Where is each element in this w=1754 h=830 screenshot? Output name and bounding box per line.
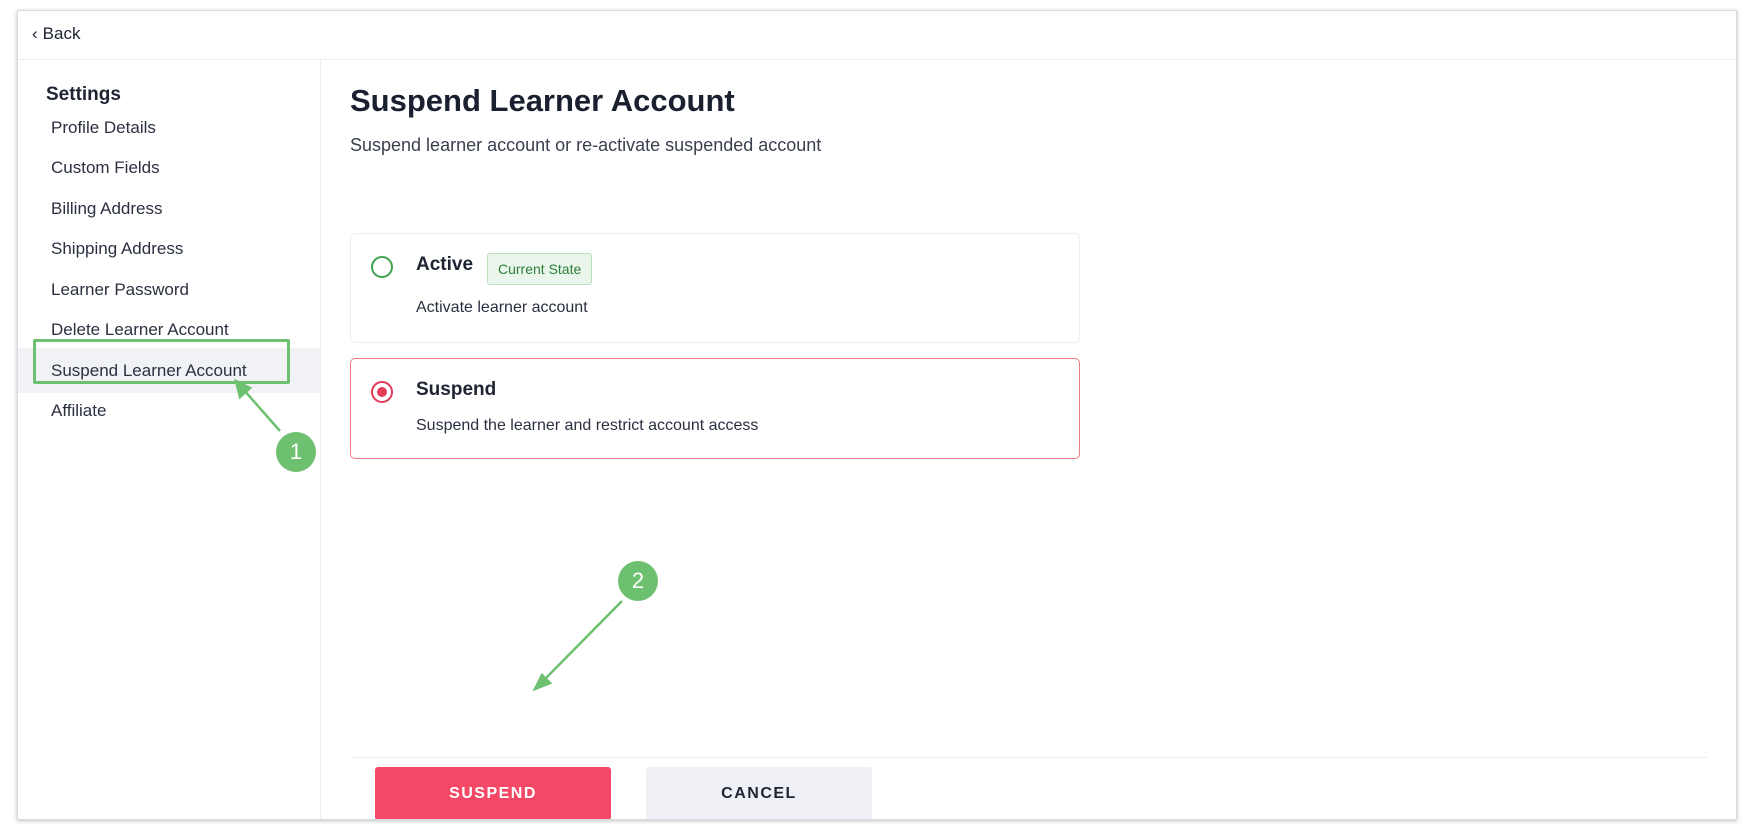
chevron-left-icon: ‹ <box>32 24 38 43</box>
sidebar-item-label: Billing Address <box>51 199 163 218</box>
sidebar-item-label: Shipping Address <box>51 239 184 258</box>
back-label: Back <box>42 24 81 43</box>
sidebar-item-suspend-learner-account[interactable]: Suspend Learner Account <box>18 348 320 393</box>
sidebar-item-profile-details[interactable]: Profile Details <box>18 105 320 150</box>
option-active-label: Active <box>416 254 474 275</box>
annotation-marker-1: 1 <box>276 432 316 472</box>
cancel-button[interactable]: CANCEL <box>646 767 872 819</box>
page-subtitle: Suspend learner account or re-activate s… <box>350 135 822 155</box>
suspend-button[interactable]: SUSPEND <box>375 767 611 819</box>
radio-active[interactable] <box>371 256 393 278</box>
sidebar-item-label: Profile Details <box>51 118 156 137</box>
sidebar-item-label: Delete Learner Account <box>51 320 229 339</box>
sidebar-title: Settings <box>46 84 121 105</box>
main-content: Suspend Learner Account Suspend learner … <box>322 60 1736 819</box>
sidebar-item-label: Custom Fields <box>51 158 160 177</box>
sidebar-item-billing-address[interactable]: Billing Address <box>18 186 320 231</box>
back-link[interactable]: ‹ Back <box>32 24 80 44</box>
current-state-badge: Current State <box>487 253 593 285</box>
option-suspend-description: Suspend the learner and restrict account… <box>416 417 759 434</box>
sidebar-item-delete-learner-account[interactable]: Delete Learner Account <box>18 307 320 352</box>
top-bar: ‹ Back <box>18 11 1736 60</box>
settings-sidebar: Settings Profile Details Custom Fields B… <box>18 60 321 819</box>
option-suspend[interactable]: Suspend Suspend the learner and restrict… <box>350 358 1080 459</box>
option-suspend-label: Suspend <box>416 379 497 400</box>
option-active-description: Activate learner account <box>416 299 588 316</box>
sidebar-item-affiliate[interactable]: Affiliate <box>18 388 320 433</box>
sidebar-item-label: Suspend Learner Account <box>51 361 247 380</box>
radio-suspend[interactable] <box>371 381 393 403</box>
footer-divider <box>350 757 1707 758</box>
sidebar-item-custom-fields[interactable]: Custom Fields <box>18 145 320 190</box>
sidebar-item-label: Affiliate <box>51 401 107 420</box>
option-active[interactable]: Active Current State Activate learner ac… <box>350 233 1080 343</box>
sidebar-item-label: Learner Password <box>51 280 189 299</box>
sidebar-item-shipping-address[interactable]: Shipping Address <box>18 226 320 271</box>
annotation-marker-2: 2 <box>618 561 658 601</box>
page-title: Suspend Learner Account <box>350 83 735 118</box>
app-window: ‹ Back Settings Profile Details Custom Fi… <box>17 10 1737 820</box>
sidebar-item-learner-password[interactable]: Learner Password <box>18 267 320 312</box>
